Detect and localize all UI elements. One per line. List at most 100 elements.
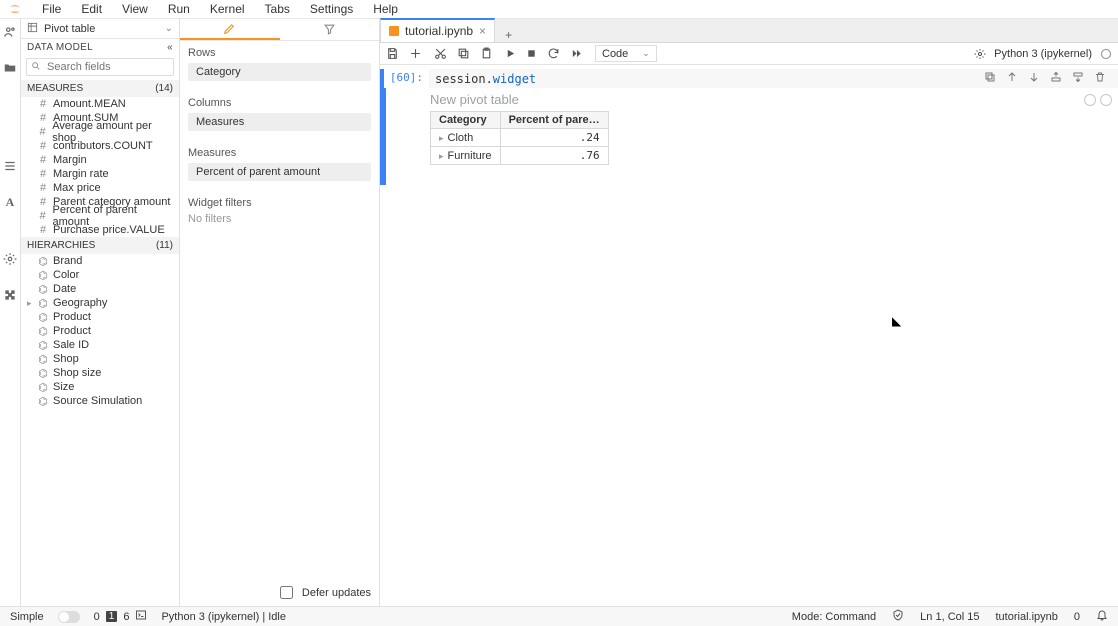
hierarchy-item[interactable]: ⌬Color: [21, 268, 179, 282]
menu-help[interactable]: Help: [373, 2, 398, 16]
cut-icon[interactable]: [434, 47, 447, 60]
status-terminal-icon[interactable]: [135, 609, 147, 624]
measure-item[interactable]: #Max price: [21, 181, 179, 195]
hierarchy-item[interactable]: ⌬Date: [21, 282, 179, 296]
status-ln-col: Ln 1, Col 15: [920, 611, 979, 623]
measure-item[interactable]: #Margin: [21, 153, 179, 167]
mouse-cursor-icon: ◣: [892, 314, 901, 328]
kernel-settings-icon[interactable]: [974, 48, 986, 60]
menu-kernel[interactable]: Kernel: [210, 2, 245, 16]
activity-bar: A: [0, 19, 21, 606]
measure-item[interactable]: #Amount.MEAN: [21, 97, 179, 111]
hierarchy-item[interactable]: ⌬Sale ID: [21, 338, 179, 352]
gear-icon[interactable]: [3, 252, 17, 266]
rows-chip[interactable]: Category: [188, 63, 371, 81]
collapse-panel-icon[interactable]: «: [167, 42, 173, 53]
simple-toggle[interactable]: [58, 611, 80, 623]
tab-style[interactable]: [180, 19, 280, 40]
table-row[interactable]: ▸Cloth.24: [431, 129, 609, 147]
delete-cell-icon[interactable]: [1094, 71, 1106, 86]
measure-item[interactable]: #Average amount per shop: [21, 125, 179, 139]
save-icon[interactable]: [386, 47, 399, 60]
run-all-icon[interactable]: [570, 48, 583, 59]
insert-below-icon[interactable]: [1072, 71, 1084, 86]
add-cell-icon[interactable]: [409, 47, 422, 60]
status-zero2: 0: [1074, 611, 1080, 623]
stop-icon[interactable]: [526, 48, 537, 59]
defer-updates-label: Defer updates: [302, 587, 371, 599]
move-down-icon[interactable]: [1028, 71, 1040, 86]
cell-output: New pivot table Category Percent of pare…: [380, 88, 1118, 185]
defer-updates-checkbox[interactable]: [280, 586, 293, 599]
puzzle-icon[interactable]: [3, 288, 17, 302]
field-search[interactable]: [26, 58, 174, 76]
add-tab-button[interactable]: +: [495, 28, 522, 42]
notebook-tab-label: tutorial.ipynb: [405, 24, 473, 38]
menubar: File Edit View Run Kernel Tabs Settings …: [0, 0, 1118, 18]
pivot-col-category[interactable]: Category: [431, 112, 501, 129]
hierarchy-item[interactable]: ⌬Shop: [21, 352, 179, 366]
hierarchy-item[interactable]: ⌬Product: [21, 324, 179, 338]
chevron-down-icon: ⌄: [642, 48, 650, 59]
measures-chip[interactable]: Percent of parent amount: [188, 163, 371, 181]
trusted-icon[interactable]: [892, 609, 904, 624]
menu-run[interactable]: Run: [168, 2, 190, 16]
code-cell[interactable]: [60]: session.widget: [380, 69, 1118, 88]
status-zero: 0: [94, 611, 100, 623]
hierarchy-item[interactable]: ⌬Source Simulation: [21, 394, 179, 408]
field-search-input[interactable]: [45, 60, 169, 74]
duplicate-cell-icon[interactable]: [984, 71, 996, 86]
kernel-name[interactable]: Python 3 (ipykernel): [994, 48, 1092, 60]
status-mode: Mode: Command: [792, 611, 876, 623]
output-control-1[interactable]: [1084, 94, 1096, 106]
people-icon[interactable]: [3, 25, 17, 39]
chart-type-select[interactable]: Pivot table ⌄: [21, 19, 179, 39]
measures-section-head[interactable]: MEASURES (14): [21, 80, 179, 97]
move-up-icon[interactable]: [1006, 71, 1018, 86]
folder-icon[interactable]: [3, 61, 17, 75]
status-kernel[interactable]: Python 3 (ipykernel) | Idle: [161, 611, 286, 623]
output-control-2[interactable]: [1100, 94, 1112, 106]
pivot-col-value[interactable]: Percent of pare…: [500, 112, 608, 129]
hierarchy-item[interactable]: ⌬Size: [21, 380, 179, 394]
columns-chip[interactable]: Measures: [188, 113, 371, 131]
measure-item[interactable]: #Purchase price.VALUE: [21, 223, 179, 237]
hierarchies-section-head[interactable]: HIERARCHIES (11): [21, 237, 179, 254]
hierarchy-item[interactable]: ▸⌬Geography: [21, 296, 179, 310]
text-icon[interactable]: A: [6, 195, 15, 210]
bell-icon[interactable]: [1096, 609, 1108, 624]
run-icon[interactable]: [505, 48, 516, 59]
close-tab-icon[interactable]: ×: [479, 24, 486, 38]
measure-item[interactable]: #Margin rate: [21, 167, 179, 181]
hierarchy-item[interactable]: ⌬Product: [21, 310, 179, 324]
list-icon[interactable]: [3, 159, 17, 173]
copy-icon[interactable]: [457, 47, 470, 60]
table-row[interactable]: ▸Furniture.76: [431, 147, 609, 165]
tab-filter[interactable]: [280, 19, 380, 40]
notebook-scroll[interactable]: [60]: session.widget: [380, 65, 1118, 606]
notebook-toolbar: Code ⌄ Python 3 (ipykernel): [380, 43, 1118, 65]
menu-file[interactable]: File: [42, 2, 61, 16]
status-badge: 1: [106, 611, 118, 622]
menu-view[interactable]: View: [122, 2, 148, 16]
status-file: tutorial.ipynb: [996, 611, 1058, 623]
menu-settings[interactable]: Settings: [310, 2, 353, 16]
hierarchy-item[interactable]: ⌬Shop size: [21, 366, 179, 380]
cell-prompt: [60]:: [384, 69, 429, 88]
paste-icon[interactable]: [480, 47, 493, 60]
measure-item[interactable]: #Percent of parent amount: [21, 209, 179, 223]
menu-tabs[interactable]: Tabs: [265, 2, 290, 16]
cell-source[interactable]: session.widget: [429, 69, 1118, 88]
build-panel: Rows Category Columns Measures Measures …: [180, 19, 380, 606]
menu-edit[interactable]: Edit: [81, 2, 102, 16]
notebook-tab[interactable]: tutorial.ipynb ×: [380, 18, 495, 42]
rows-section: Rows Category: [180, 41, 379, 91]
insert-above-icon[interactable]: [1050, 71, 1062, 86]
simple-label: Simple: [10, 611, 44, 623]
measures-section: Measures Percent of parent amount: [180, 141, 379, 191]
restart-icon[interactable]: [547, 47, 560, 60]
status-six: 6: [123, 611, 129, 623]
cell-type-select[interactable]: Code ⌄: [595, 45, 657, 62]
hierarchy-item[interactable]: ⌬Brand: [21, 254, 179, 268]
measures-label: Measures: [188, 147, 371, 159]
